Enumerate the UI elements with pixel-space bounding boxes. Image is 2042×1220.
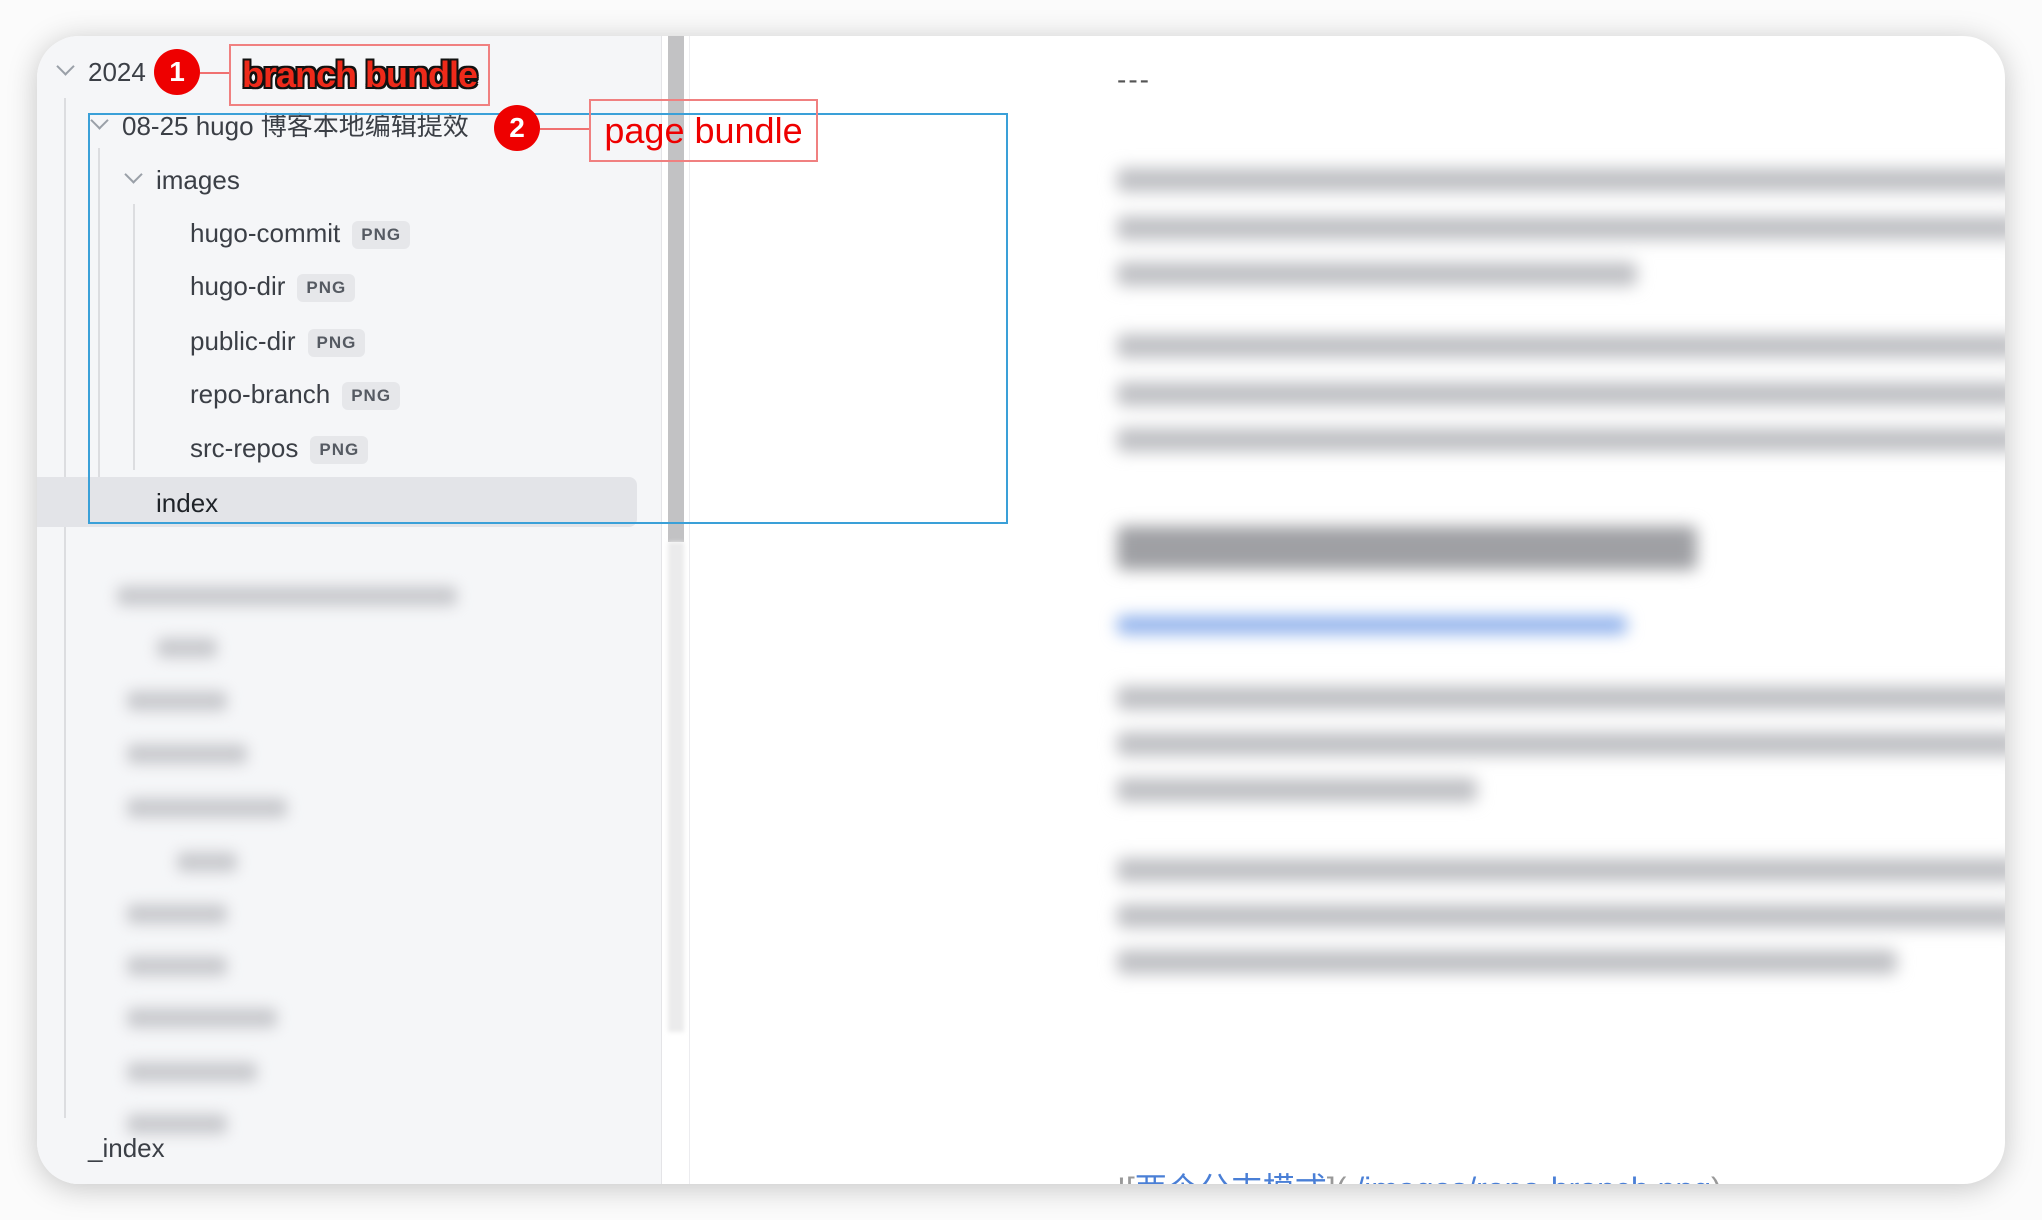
- annotation-connector: [200, 72, 229, 74]
- chevron-down-icon: [56, 57, 75, 76]
- page-bundle-highlight-box: [88, 113, 1008, 524]
- file-name: _index: [88, 1133, 165, 1163]
- app-window: 2024 08-25 hugo 博客本地编辑提效 images hugo-com…: [37, 36, 2005, 1184]
- annotation-number-1: 1: [154, 49, 200, 95]
- image-path: ./images/repo-branch.png: [1346, 1171, 1711, 1184]
- front-matter-delimiter: ---: [1117, 64, 1151, 95]
- tree-guide-line: [64, 98, 66, 1118]
- branch-bundle-label: branch bundle: [229, 44, 490, 106]
- annotation-connector: [540, 128, 589, 130]
- tree-file-root-index[interactable]: _index: [88, 1122, 165, 1174]
- editor-pane[interactable]: --- ![两个分支模式](./images/repo-branch.png): [1117, 36, 2005, 1184]
- blurred-article-text: [1117, 126, 2005, 1176]
- blurred-tree-items: [117, 536, 677, 1146]
- image-alt-text: 两个分支模式: [1135, 1171, 1327, 1184]
- page-bundle-label: page bundle: [589, 99, 818, 162]
- sidebar-scrollbar-track: [668, 542, 684, 1032]
- annotation-number-2: 2: [494, 105, 540, 151]
- folder-label: 2024: [88, 57, 146, 87]
- image-markdown-link[interactable]: ![两个分支模式](./images/repo-branch.png): [1117, 1164, 1722, 1184]
